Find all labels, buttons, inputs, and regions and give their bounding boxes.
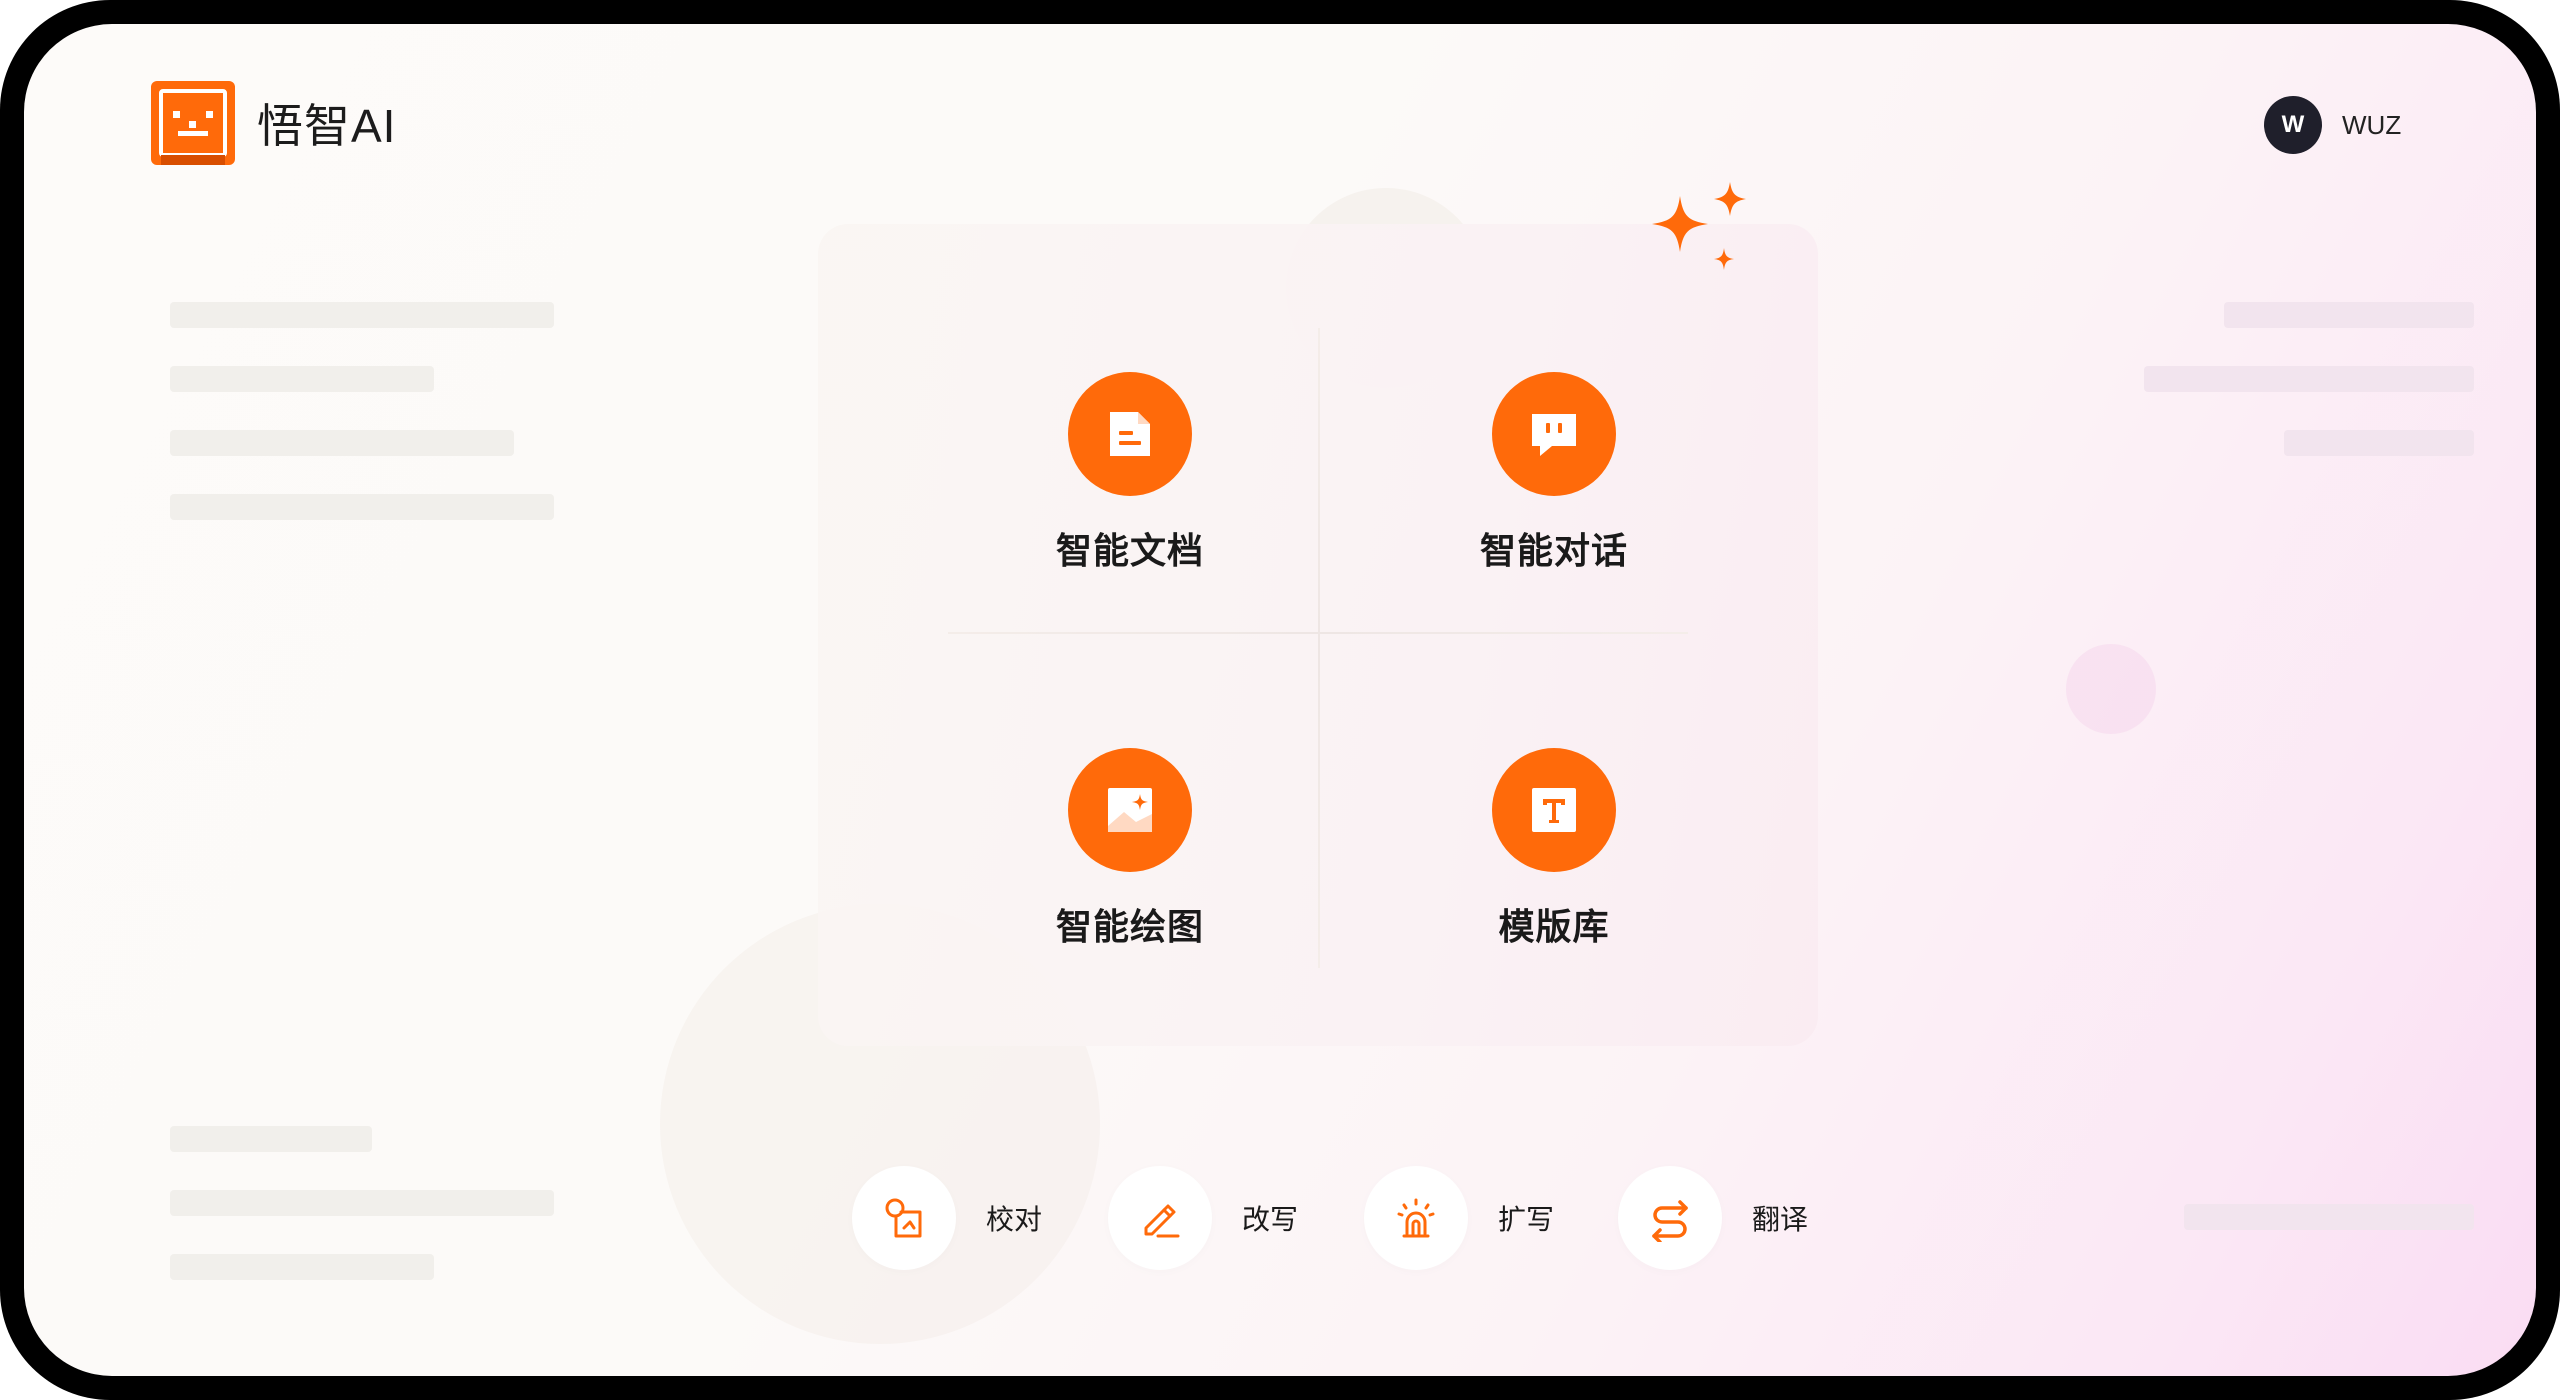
tool-expand[interactable]: 扩写 — [1364, 1166, 1554, 1270]
tool-rewrite[interactable]: 改写 — [1108, 1166, 1298, 1270]
proofread-icon — [852, 1166, 956, 1270]
rewrite-icon — [1108, 1166, 1212, 1270]
skeleton-line — [170, 494, 554, 520]
document-icon — [1068, 372, 1192, 496]
feature-template-library[interactable]: 模版库 — [1404, 748, 1704, 950]
brand-name: 悟智AI — [257, 100, 397, 152]
skeleton-line — [170, 1126, 372, 1152]
expand-icon — [1364, 1166, 1468, 1270]
tool-label: 校对 — [986, 1203, 1043, 1236]
skeleton-line — [2284, 430, 2474, 456]
tool-label: 翻译 — [1752, 1203, 1809, 1236]
feature-smart-document[interactable]: 智能文档 — [980, 372, 1280, 574]
feature-smart-chat[interactable]: 智能对话 — [1404, 372, 1704, 574]
brand[interactable]: 悟智AI — [151, 81, 396, 165]
avatar[interactable]: W — [2264, 96, 2322, 154]
tool-label: 扩写 — [1498, 1203, 1555, 1236]
skeleton-line — [2144, 366, 2474, 392]
chat-icon — [1492, 372, 1616, 496]
image-icon — [1068, 748, 1192, 872]
skeleton-line — [2224, 302, 2474, 328]
decorative-circle — [2066, 644, 2156, 734]
brand-logo-icon — [151, 81, 235, 165]
skeleton-line — [170, 1254, 434, 1280]
sparkle-icon — [1642, 176, 1762, 296]
template-icon — [1492, 748, 1616, 872]
skeleton-line — [170, 302, 554, 328]
divider — [948, 632, 1688, 634]
feature-label: 智能对话 — [1479, 531, 1628, 572]
divider — [1318, 328, 1320, 968]
tool-label: 改写 — [1242, 1203, 1299, 1236]
skeleton-line — [170, 1190, 554, 1216]
tool-proofread[interactable]: 校对 — [852, 1166, 1042, 1270]
user-menu[interactable]: W WUZ — [2264, 96, 2401, 154]
skeleton-line — [170, 430, 514, 456]
skeleton-line — [170, 366, 434, 392]
translate-icon — [1618, 1166, 1722, 1270]
feature-smart-drawing[interactable]: 智能绘图 — [980, 748, 1280, 950]
tool-translate[interactable]: 翻译 — [1618, 1166, 1808, 1270]
feature-label: 智能绘图 — [1055, 907, 1204, 948]
feature-label: 智能文档 — [1055, 531, 1204, 572]
skeleton-line — [2184, 1204, 2474, 1230]
user-name: WUZ — [2342, 109, 2402, 140]
feature-label: 模版库 — [1498, 907, 1610, 948]
